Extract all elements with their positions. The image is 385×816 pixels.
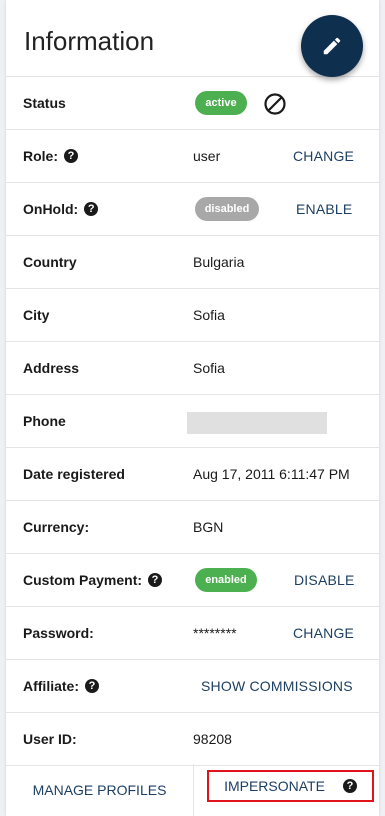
status-badge: active	[195, 91, 247, 115]
impersonate-label: IMPERSONATE	[224, 778, 325, 794]
row-country: Country Bulgaria	[6, 236, 379, 289]
phone-label: Phone	[23, 413, 66, 429]
help-icon[interactable]: ?	[64, 149, 78, 163]
custom-payment-badge: enabled	[195, 568, 257, 592]
onhold-badge: disabled	[195, 197, 259, 221]
date-registered-value: Aug 17, 2011 6:11:47 PM	[193, 466, 350, 482]
change-role-button[interactable]: CHANGE	[293, 130, 354, 182]
address-value: Sofia	[193, 360, 225, 376]
help-icon[interactable]: ?	[84, 202, 99, 216]
custom-payment-label: Custom Payment:	[23, 572, 143, 588]
row-role: Role: ? user CHANGE	[6, 130, 379, 183]
footer-right: IMPERSONATE ?	[194, 764, 379, 816]
user-id-value: 98208	[193, 731, 232, 747]
row-affiliate: Affiliate: ? SHOW COMMISSIONS	[6, 660, 379, 713]
manage-profiles-button[interactable]: MANAGE PROFILES	[6, 764, 194, 816]
role-value: user	[193, 148, 221, 164]
row-date-registered: Date registered Aug 17, 2011 6:11:47 PM	[6, 448, 379, 501]
impersonate-button[interactable]: IMPERSONATE ?	[207, 770, 374, 802]
row-onhold: OnHold: ? disabled ENABLE	[6, 183, 379, 236]
currency-label: Currency:	[23, 519, 90, 535]
onhold-label-wrap: OnHold: ?	[23, 183, 99, 235]
show-commissions-button[interactable]: SHOW COMMISSIONS	[201, 660, 353, 712]
address-label: Address	[23, 360, 80, 376]
user-id-label: User ID:	[23, 731, 77, 747]
row-user-id: User ID: 98208	[6, 713, 379, 766]
password-label: Password:	[23, 625, 94, 641]
block-icon	[264, 93, 286, 115]
city-label: City	[23, 307, 50, 323]
row-address: Address Sofia	[6, 342, 379, 395]
role-label: Role:	[23, 148, 58, 164]
block-user-button[interactable]	[263, 92, 287, 119]
row-password: Password: ******** CHANGE	[6, 607, 379, 660]
phone-redacted-value	[187, 412, 327, 434]
row-city: City Sofia	[6, 289, 379, 342]
information-card: Information Status active Role: ? user C…	[6, 0, 379, 816]
help-icon[interactable]: ?	[148, 573, 163, 587]
country-value: Bulgaria	[193, 254, 245, 270]
row-custom-payment: Custom Payment: ? enabled DISABLE	[6, 554, 379, 607]
card-footer: MANAGE PROFILES IMPERSONATE ?	[6, 764, 379, 816]
custom-payment-label-wrap: Custom Payment: ?	[23, 554, 163, 606]
onhold-label: OnHold:	[23, 201, 79, 217]
change-password-button[interactable]: CHANGE	[293, 607, 354, 659]
affiliate-label: Affiliate:	[23, 678, 79, 694]
disable-custom-payment-button[interactable]: DISABLE	[294, 554, 355, 606]
row-status: Status active	[6, 77, 379, 130]
city-value: Sofia	[193, 307, 225, 323]
edit-button[interactable]	[301, 15, 363, 77]
currency-value: BGN	[193, 519, 224, 535]
country-label: Country	[23, 254, 77, 270]
role-label-wrap: Role: ?	[23, 130, 78, 182]
row-phone: Phone	[6, 395, 379, 448]
affiliate-label-wrap: Affiliate: ?	[23, 660, 99, 712]
pencil-icon	[323, 37, 341, 55]
help-icon[interactable]: ?	[342, 779, 357, 793]
page-title: Information	[24, 26, 155, 56]
enable-onhold-button[interactable]: ENABLE	[296, 183, 352, 235]
row-currency: Currency: BGN	[6, 501, 379, 554]
date-registered-label: Date registered	[23, 466, 125, 482]
help-icon[interactable]: ?	[85, 679, 99, 693]
card-header: Information	[6, 0, 379, 77]
password-value: ********	[193, 625, 237, 641]
status-label: Status	[23, 95, 66, 111]
